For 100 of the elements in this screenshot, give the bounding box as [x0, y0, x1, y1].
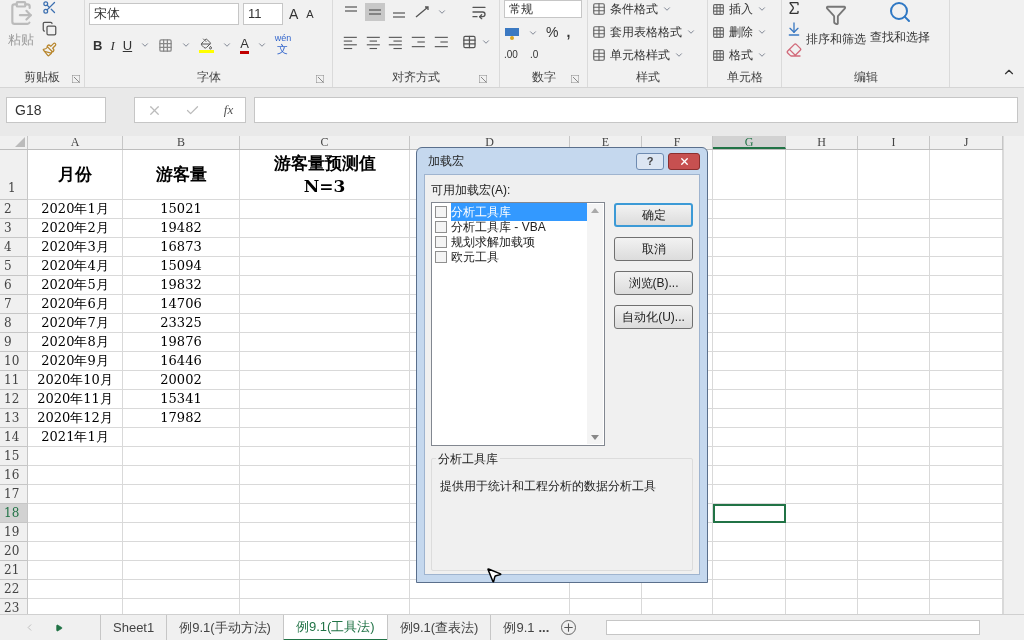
row-header[interactable]: 1: [0, 150, 28, 200]
row-header[interactable]: 10: [0, 352, 28, 371]
dialog-button[interactable]: 自动化(U)...: [614, 305, 693, 329]
dialog-button[interactable]: 浏览(B)...: [614, 271, 693, 295]
shrink-font-button[interactable]: A: [304, 5, 316, 23]
find-select-button[interactable]: 查找和选择: [870, 28, 930, 46]
style-menu-button[interactable]: 套用表格格式: [610, 23, 682, 41]
formula-input[interactable]: [254, 97, 1018, 123]
checkbox[interactable]: [435, 205, 447, 218]
table-style-icon[interactable]: [592, 2, 606, 16]
font-size-field[interactable]: 11: [243, 3, 283, 25]
row-header[interactable]: 13: [0, 409, 28, 428]
row-header[interactable]: 8: [0, 314, 28, 333]
row-header[interactable]: 14: [0, 428, 28, 447]
horizontal-scrollbar[interactable]: [606, 620, 981, 635]
caret-icon[interactable]: [757, 4, 767, 14]
scroll-up-icon[interactable]: [591, 208, 599, 213]
name-box[interactable]: G18: [6, 97, 106, 123]
sheet-tab[interactable]: 例9.1(工具法): [282, 614, 387, 640]
row-header[interactable]: 21: [0, 561, 28, 580]
dialog-button[interactable]: 确定: [614, 203, 693, 227]
comma-button[interactable]: ,: [566, 22, 571, 43]
caret-icon[interactable]: [674, 50, 684, 60]
copy-icon[interactable]: [42, 21, 57, 36]
style-menu-button[interactable]: 单元格样式: [610, 46, 670, 64]
fill-color-icon[interactable]: [199, 37, 215, 53]
sheet-tab[interactable]: 例9.1(手动方法): [166, 614, 283, 640]
close-icon[interactable]: [678, 155, 690, 167]
selected-cell[interactable]: [713, 504, 786, 523]
list-scrollbar[interactable]: [587, 204, 603, 444]
row-header[interactable]: 3: [0, 219, 28, 238]
column-header[interactable]: I: [858, 136, 930, 149]
row-header[interactable]: 6: [0, 276, 28, 295]
eraser-icon[interactable]: [786, 42, 802, 58]
row-header[interactable]: 15: [0, 447, 28, 466]
row-header[interactable]: 22: [0, 580, 28, 599]
sum-icon[interactable]: [786, 0, 802, 16]
merge-icon[interactable]: [462, 34, 477, 50]
column-header[interactable]: C: [240, 136, 410, 149]
cells-menu-button[interactable]: 删除: [729, 23, 753, 41]
help-button[interactable]: ?: [636, 152, 664, 170]
sheet-tab[interactable]: 例9.1(查表法): [386, 614, 491, 640]
row-header[interactable]: 7: [0, 295, 28, 314]
caret-icon[interactable]: [757, 27, 767, 37]
border-icon[interactable]: [158, 37, 174, 53]
addin-list-item[interactable]: 分析工具库 - VBA: [433, 219, 587, 234]
addin-list[interactable]: 分析工具库 分析工具库 - VBA 规划求解加载项 欧元工具: [431, 202, 605, 446]
column-header[interactable]: B: [123, 136, 240, 149]
row-header[interactable]: 4: [0, 238, 28, 257]
scroll-right-icon[interactable]: [55, 623, 63, 632]
style-menu-button[interactable]: 条件格式: [610, 0, 658, 18]
row-header[interactable]: 19: [0, 523, 28, 542]
close-button[interactable]: [668, 152, 700, 170]
cells-icon[interactable]: [712, 2, 725, 16]
font-name-field[interactable]: 宋体: [89, 3, 239, 25]
caret-icon[interactable]: [757, 50, 767, 60]
dialog-launcher-icon[interactable]: [316, 75, 324, 83]
row-header[interactable]: 17: [0, 485, 28, 504]
addin-list-item[interactable]: 规划求解加载项: [433, 234, 587, 249]
row-header[interactable]: 23: [0, 599, 28, 614]
cells-menu-button[interactable]: 格式: [729, 46, 753, 64]
number-format-field[interactable]: 常规: [504, 0, 582, 18]
cut-icon[interactable]: [42, 0, 57, 15]
column-header[interactable]: G: [713, 136, 786, 149]
checkbox[interactable]: [435, 250, 447, 263]
row-header[interactable]: 20: [0, 542, 28, 561]
column-header[interactable]: H: [786, 136, 858, 149]
percent-button[interactable]: %: [546, 22, 559, 43]
dialog-launcher-icon[interactable]: [571, 75, 579, 83]
format-painter-icon[interactable]: [42, 42, 57, 57]
caret-icon[interactable]: [686, 27, 696, 37]
column-header[interactable]: A: [28, 136, 123, 149]
row-header[interactable]: 9: [0, 333, 28, 352]
row-header[interactable]: 12: [0, 390, 28, 409]
caret-icon[interactable]: [481, 37, 491, 47]
dialog-launcher-icon[interactable]: [479, 75, 487, 83]
sort-filter-icon[interactable]: [825, 4, 847, 26]
decrease-decimal-button[interactable]: .0: [529, 47, 539, 62]
vertical-scrollbar[interactable]: [1003, 136, 1024, 614]
increase-decimal-button[interactable]: .00: [504, 47, 518, 62]
dialog-button[interactable]: 取消: [614, 237, 693, 261]
table-style-icon[interactable]: [592, 25, 606, 39]
row-header[interactable]: 16: [0, 466, 28, 485]
currency-icon[interactable]: [504, 25, 520, 40]
more-tabs[interactable]: ...: [538, 617, 550, 638]
bold-button[interactable]: B: [93, 35, 103, 55]
insert-function-button[interactable]: fx: [223, 100, 234, 120]
italic-button[interactable]: I: [110, 35, 115, 55]
search-icon[interactable]: [888, 0, 912, 24]
sheet-tab[interactable]: Sheet1: [100, 614, 167, 640]
row-header[interactable]: 18: [0, 504, 28, 523]
sort-filter-button[interactable]: 排序和筛选: [806, 30, 866, 48]
cells-menu-button[interactable]: 插入: [729, 0, 753, 18]
table-style-icon[interactable]: [592, 48, 606, 62]
cells-icon[interactable]: [712, 25, 725, 39]
underline-button[interactable]: U: [122, 35, 133, 55]
caret-icon[interactable]: [662, 4, 672, 14]
grow-font-button[interactable]: A: [287, 3, 301, 25]
middle-align-icon[interactable]: [365, 3, 385, 21]
row-header[interactable]: 5: [0, 257, 28, 276]
